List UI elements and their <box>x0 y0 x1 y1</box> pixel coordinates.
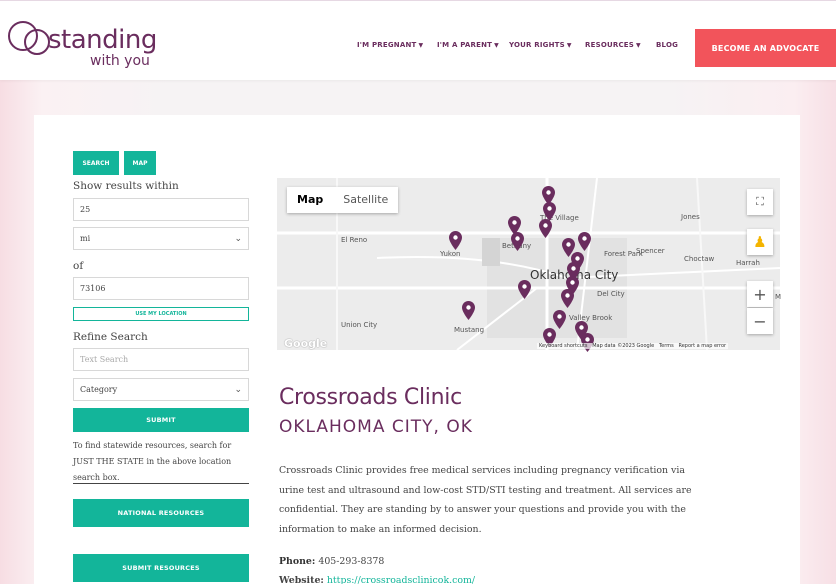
map-pin-icon[interactable] <box>553 310 566 329</box>
logo-circle-icon <box>24 29 50 55</box>
map-label: Yukon <box>440 250 461 258</box>
nav-your-rights[interactable]: YOUR RIGHTS ▼ <box>509 41 572 49</box>
category-select[interactable]: Category ⌄ <box>73 378 249 401</box>
refine-search-label: Refine Search <box>73 331 148 343</box>
terms-link[interactable]: Terms <box>659 343 674 349</box>
chevron-down-icon: ▼ <box>636 42 641 49</box>
map-pin-icon[interactable] <box>518 280 531 299</box>
chevron-down-icon: ▼ <box>494 42 499 49</box>
submit-button[interactable]: SUBMIT <box>73 408 249 432</box>
pegman-icon[interactable]: ♟ <box>747 229 773 255</box>
map-label: El Reno <box>341 236 368 244</box>
map-pin-icon[interactable] <box>578 232 591 251</box>
map-type-map-button[interactable]: Map <box>287 187 333 213</box>
clinic-phone: Phone: 405-293-8378 <box>279 556 385 567</box>
fullscreen-icon[interactable]: ⛶ <box>747 189 773 215</box>
map-type-control: Map Satellite <box>287 187 399 213</box>
map-label: M <box>775 293 782 301</box>
site-header: standing with you I'M PREGNANT ▼ I'M A PA… <box>0 0 836 80</box>
map-label: Del City <box>597 290 625 298</box>
map-pin-icon[interactable] <box>539 219 552 238</box>
map-tab-button[interactable]: MAP <box>124 151 156 175</box>
chevron-down-icon: ▼ <box>418 42 424 49</box>
map-label: Jones <box>681 213 700 221</box>
within-label: Show results within <box>73 180 179 192</box>
nav-resources[interactable]: RESOURCES ▼ <box>585 41 641 49</box>
map-attribution: Keyboard shortcuts Map data ©2023 Google… <box>537 343 729 349</box>
website-link[interactable]: https://crossroadsclinicok.com/ <box>327 575 475 584</box>
of-label: of <box>73 260 84 272</box>
divider <box>73 483 249 484</box>
become-advocate-button[interactable]: BECOME AN ADVOCATE <box>695 29 836 67</box>
google-logo: Google <box>284 337 328 350</box>
clinic-name: Crossroads Clinic <box>279 385 462 410</box>
clinic-location: OKLAHOMA CITY, OK <box>279 417 473 437</box>
map-pin-icon[interactable] <box>449 231 462 250</box>
chevron-down-icon: ⌄ <box>234 384 242 395</box>
clinic-website: Website: https://crossroadsclinicok.com/ <box>279 575 476 584</box>
map-label: Spencer <box>636 247 665 255</box>
map-pin-icon[interactable] <box>462 301 475 320</box>
map-type-satellite-button[interactable]: Satellite <box>333 187 398 213</box>
map-data-text: Map data ©2023 Google <box>592 343 655 349</box>
map-pin-icon[interactable] <box>561 289 574 308</box>
map-label: Harrah <box>736 259 760 267</box>
text-search-input[interactable]: Text Search <box>73 348 249 371</box>
keyboard-shortcuts-link[interactable]: Keyboard shortcuts <box>539 343 587 349</box>
map-label: Choctaw <box>684 255 715 263</box>
chevron-down-icon: ▼ <box>566 42 572 49</box>
nav-im-pregnant[interactable]: I'M PREGNANT ▼ <box>357 41 423 49</box>
zoom-in-button[interactable]: + <box>747 281 773 307</box>
statewide-note: To find statewide resources, search for … <box>73 441 232 482</box>
logo-subtext: with you <box>90 53 150 69</box>
map-label: Union City <box>341 321 378 329</box>
unit-select[interactable]: mi ⌄ <box>73 227 249 250</box>
logo-text: standing <box>48 25 157 55</box>
clinic-description: Crossroads Clinic provides free medical … <box>279 465 692 535</box>
zip-input[interactable]: 73106 <box>73 277 249 300</box>
search-tab-button[interactable]: SEARCH <box>73 151 119 175</box>
zoom-out-button[interactable]: − <box>747 308 773 334</box>
site-logo[interactable]: standing with you <box>6 15 176 73</box>
nav-im-a-parent[interactable]: I'M A PARENT ▼ <box>437 41 499 49</box>
nav-blog[interactable]: BLOG <box>656 41 678 49</box>
map-pin-icon[interactable] <box>511 232 524 251</box>
report-error-link[interactable]: Report a map error <box>678 343 726 349</box>
use-my-location-button[interactable]: USE MY LOCATION <box>73 307 249 321</box>
national-resources-button[interactable]: NATIONAL RESOURCES <box>73 499 249 527</box>
submit-resources-button[interactable]: SUBMIT RESOURCES <box>73 554 249 582</box>
map-label: Mustang <box>454 326 485 334</box>
chevron-down-icon: ⌄ <box>234 233 242 244</box>
radius-input[interactable]: 25 <box>73 198 249 221</box>
